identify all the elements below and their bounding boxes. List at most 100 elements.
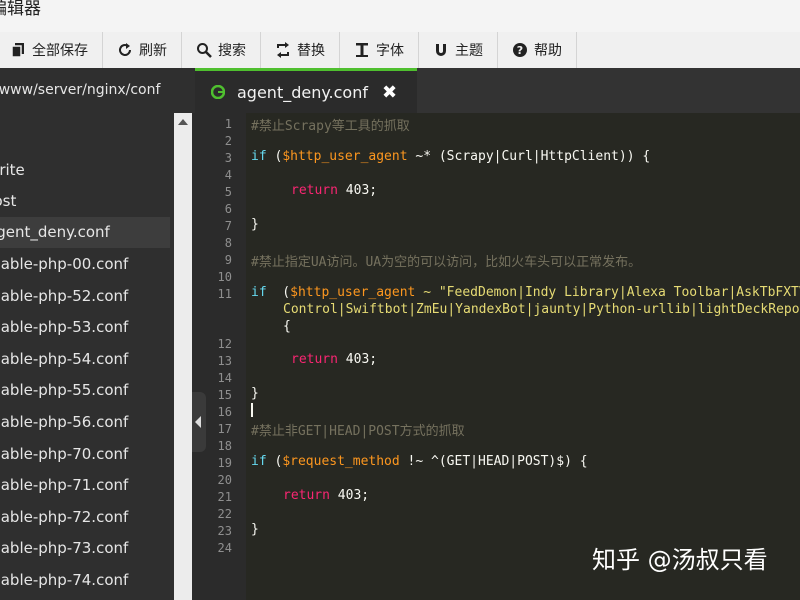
toolbar: 全部保存 刷新 搜索 替换 字体 主题 ? 帮助	[0, 32, 800, 69]
line-number: 14	[217, 371, 232, 385]
file-name: enable-php-56.conf	[0, 413, 129, 431]
tab-agent-deny-conf[interactable]: agent_deny.conf ✖	[195, 68, 417, 113]
code-line: }	[251, 386, 259, 401]
save-all-button[interactable]: 全部保存	[0, 32, 103, 68]
code-line: }	[251, 522, 259, 537]
code-variable: $request_method	[282, 454, 400, 469]
code-text: !~ ^(GET|HEAD|POST)$) {	[407, 454, 588, 469]
file-name: enable-php-72.conf	[0, 508, 129, 526]
sidebar-scrollbar[interactable]	[174, 113, 192, 600]
code-line: return 403;	[291, 352, 377, 367]
file-item[interactable]: enable-php-55.conf	[0, 375, 170, 406]
code-line: if ($http_user_agent ~ "FeedDemon|Indy L…	[251, 285, 800, 300]
directory-path: /www/server/nginx/conf	[0, 68, 195, 113]
save-all-label: 全部保存	[32, 43, 88, 59]
file-name: enable-php-73.conf	[0, 539, 129, 557]
file-item[interactable]: rewrite	[0, 155, 170, 186]
file-list: rewrite host agent_deny.conf enable-php-…	[0, 113, 174, 600]
file-name: enable-php-74.conf	[0, 571, 129, 589]
line-number: 1	[224, 117, 232, 131]
code-comment: #禁止指定UA访问。UA为空的可以访问，比如火车头可以正常发布。	[251, 255, 642, 270]
watermark: 知乎 @汤叔只看	[592, 546, 768, 574]
code-variable: $http_user_agent	[282, 149, 408, 164]
line-number: 10	[217, 270, 232, 284]
line-number: 4	[224, 168, 232, 182]
file-name: host	[0, 192, 17, 210]
collapse-sidebar-button[interactable]	[192, 392, 206, 452]
file-item[interactable]: enable-php-00.conf	[0, 249, 170, 280]
code-line: return 403;	[291, 183, 377, 198]
theme-label: 主题	[455, 43, 483, 59]
code-keyword: if	[251, 149, 267, 164]
tab-strip: agent_deny.conf ✖	[195, 68, 800, 113]
file-modified-icon	[211, 85, 225, 99]
file-item[interactable]: enable-php-73.conf	[0, 533, 170, 564]
font-button[interactable]: 字体	[340, 32, 419, 68]
line-number: 21	[217, 490, 232, 504]
file-item[interactable]: enable-php-56.conf	[0, 407, 170, 438]
close-icon[interactable]: ✖	[382, 82, 397, 103]
line-number: 17	[217, 422, 232, 436]
code-line: if ($request_method !~ ^(GET|HEAD|POST)$…	[251, 454, 588, 469]
file-item[interactable]: enable-php-71.conf	[0, 470, 170, 501]
code-comment: #禁止Scrapy等工具的抓取	[251, 119, 410, 134]
font-icon	[356, 43, 368, 57]
file-name: agent_deny.conf	[0, 223, 110, 241]
refresh-label: 刷新	[139, 43, 167, 59]
file-item[interactable]: host	[0, 186, 170, 217]
code-number: 403;	[345, 352, 378, 367]
code-keyword: if	[251, 285, 267, 300]
file-name: enable-php-71.conf	[0, 476, 129, 494]
line-number: 6	[224, 202, 232, 216]
chevron-left-icon	[195, 416, 201, 428]
line-number: 19	[217, 456, 232, 470]
file-name: enable-php-54.conf	[0, 350, 129, 368]
file-item[interactable]: enable-php-70.conf	[0, 439, 170, 470]
code-line: {	[283, 319, 291, 334]
file-item-active[interactable]: agent_deny.conf	[0, 217, 170, 248]
file-item[interactable]: enable-php-54.conf	[0, 344, 170, 375]
file-name: enable-php-55.conf	[0, 381, 129, 399]
search-button[interactable]: 搜索	[182, 32, 261, 68]
code-keyword: if	[251, 454, 267, 469]
file-name: enable-php-70.conf	[0, 445, 129, 463]
help-button[interactable]: ? 帮助	[498, 32, 577, 68]
line-number: 16	[217, 405, 232, 419]
help-label: 帮助	[534, 43, 562, 59]
font-label: 字体	[376, 43, 404, 59]
line-number: 8	[224, 236, 232, 250]
file-name: enable-php-53.conf	[0, 318, 129, 336]
code-line: return 403;	[283, 488, 369, 503]
line-number: 9	[224, 253, 232, 267]
file-name: enable-php-00.conf	[0, 255, 129, 273]
code-text: ~* (Scrapy|Curl|HttpClient)) {	[415, 149, 651, 164]
code-number: 403;	[337, 488, 370, 503]
line-number: 24	[217, 541, 232, 555]
window-title: 编辑器	[0, 0, 41, 19]
code-return: return	[291, 352, 338, 367]
refresh-icon	[119, 43, 131, 56]
file-item[interactable]: enable-php-74.conf	[0, 565, 170, 596]
file-item[interactable]: enable-php-52.conf	[0, 281, 170, 312]
replace-button[interactable]: 替换	[261, 32, 340, 68]
code-return: return	[283, 488, 330, 503]
refresh-button[interactable]: 刷新	[103, 32, 182, 68]
help-icon: ?	[513, 43, 527, 57]
replace-icon	[277, 42, 289, 58]
scroll-up-icon[interactable]	[178, 119, 188, 125]
line-number: 18	[217, 439, 232, 453]
file-item[interactable]: enable-php-53.conf	[0, 312, 170, 343]
copy-icon	[11, 43, 24, 58]
line-number: 13	[217, 354, 232, 368]
replace-label: 替换	[297, 43, 325, 59]
code-number: 403;	[345, 183, 378, 198]
tab-label: agent_deny.conf	[237, 82, 368, 102]
code-string: ~ "FeedDemon|Indy Library|Alexa Toolbar|…	[423, 285, 800, 300]
file-item[interactable]: enable-php-72.conf	[0, 502, 170, 533]
line-number: 20	[217, 473, 232, 487]
line-number: 11	[217, 287, 232, 301]
text-cursor	[251, 403, 253, 417]
line-number: 15	[217, 388, 232, 402]
title-bar: 编辑器	[0, 0, 800, 32]
theme-button[interactable]: 主题	[419, 32, 498, 68]
